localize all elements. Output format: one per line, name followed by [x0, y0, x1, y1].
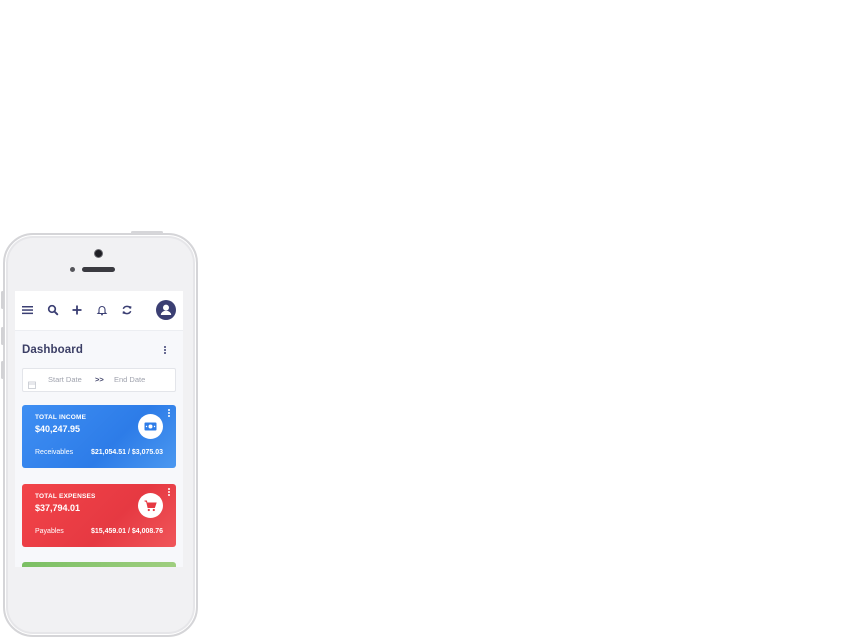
menu-icon[interactable]	[21, 303, 35, 317]
bell-icon[interactable]	[95, 303, 109, 317]
phone-power-button	[131, 231, 163, 234]
calendar-icon	[28, 376, 36, 394]
money-icon	[138, 414, 163, 439]
payables-label: Payables	[35, 528, 64, 535]
expenses-value: $37,794.01	[35, 503, 81, 513]
income-value: $40,247.95	[35, 424, 81, 434]
app-screen: Dashboard Start Date >> End Date TOTAL I…	[15, 291, 183, 567]
phone-mute-switch	[1, 291, 4, 309]
top-toolbar	[15, 291, 183, 331]
total-expenses-card[interactable]: TOTAL EXPENSES $37,794.01 Payables $15,4…	[22, 484, 176, 547]
earpiece-speaker	[82, 267, 115, 272]
total-income-card[interactable]: TOTAL INCOME $40,247.95 Receivables $21,…	[22, 405, 176, 468]
expenses-label: TOTAL EXPENSES	[35, 493, 96, 500]
search-icon[interactable]	[46, 303, 60, 317]
phone-volume-up-button	[1, 327, 4, 345]
date-range-separator: >>	[95, 375, 104, 384]
proximity-sensor	[70, 267, 75, 272]
cart-icon	[138, 493, 163, 518]
income-card-more-icon[interactable]	[168, 409, 170, 418]
payables-value: $15,459.01 / $4,008.76	[90, 528, 163, 535]
page-title: Dashboard	[22, 344, 83, 356]
end-date-input[interactable]: End Date	[114, 375, 145, 384]
income-label: TOTAL INCOME	[35, 414, 87, 421]
user-avatar-icon[interactable]	[156, 300, 176, 320]
start-date-input[interactable]: Start Date	[48, 375, 82, 384]
front-camera	[95, 250, 102, 257]
refresh-icon[interactable]	[120, 303, 134, 317]
phone-volume-down-button	[1, 361, 4, 379]
date-range-picker[interactable]: Start Date >> End Date	[22, 368, 176, 392]
expenses-card-more-icon[interactable]	[168, 488, 170, 497]
dashboard-more-icon[interactable]	[164, 346, 166, 355]
plus-icon[interactable]	[70, 303, 84, 317]
summary-card-partial[interactable]	[22, 562, 176, 567]
receivables-value: $21,054.51 / $3,075.03	[90, 449, 163, 456]
receivables-label: Receivables	[35, 449, 74, 456]
